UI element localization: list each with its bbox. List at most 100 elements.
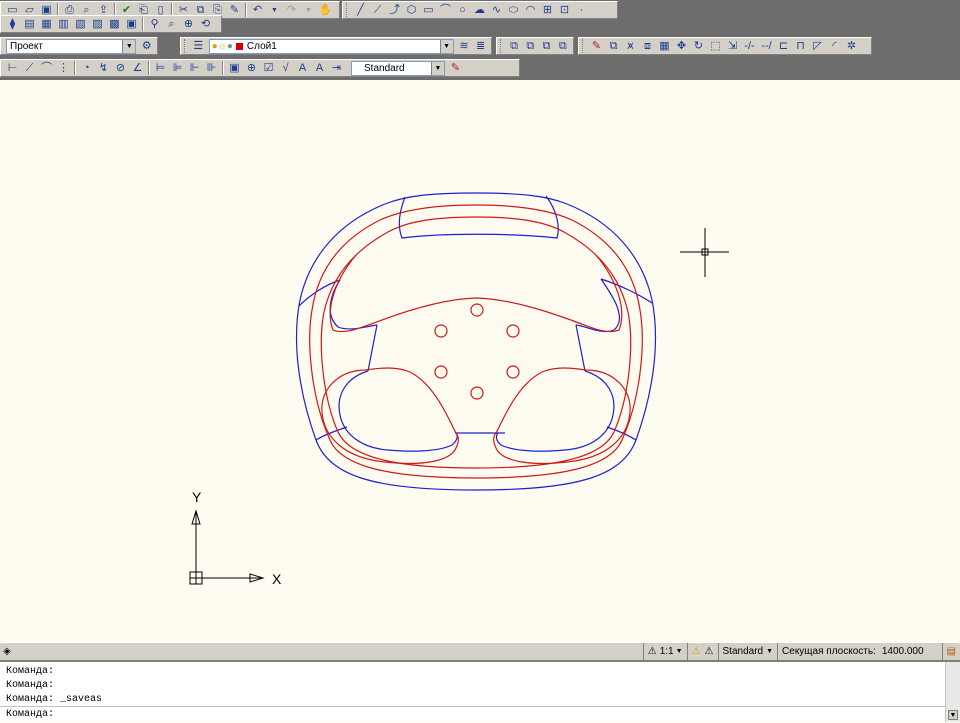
toolpalette-icon[interactable]: ▥ (56, 17, 71, 32)
fillet-icon[interactable]: ◜ (827, 39, 842, 54)
visual-style[interactable]: Standard ▼ (717, 643, 778, 660)
zoom-realtime-icon[interactable]: ⚲ (147, 17, 162, 32)
insert-block-icon[interactable]: ⊞ (540, 3, 555, 18)
trim-icon[interactable]: -/- (742, 39, 757, 54)
rotate-icon[interactable]: ↻ (691, 39, 706, 54)
send-under-icon[interactable]: ⧉ (556, 39, 570, 54)
toolbar-grip[interactable] (184, 39, 188, 53)
chevron-down-icon[interactable]: ▼ (122, 39, 136, 53)
break-icon[interactable]: ⊏ (776, 39, 791, 54)
erase-icon[interactable]: ✎ (589, 39, 604, 54)
extend-icon[interactable]: --/ (759, 39, 774, 54)
command-input[interactable]: Команда: (0, 706, 946, 722)
designcenter-icon[interactable]: ▦ (39, 17, 54, 32)
bring-front-icon[interactable]: ⧉ (507, 39, 521, 54)
bring-above-icon[interactable]: ⧉ (539, 39, 553, 54)
toolbar-grip[interactable] (500, 39, 504, 53)
edit-text-icon[interactable]: A (312, 61, 327, 76)
matchprop-icon[interactable]: ✎ (227, 3, 242, 18)
array-icon[interactable]: ▦ (657, 39, 672, 54)
layer-manager-icon[interactable]: ☰ (191, 39, 206, 54)
redo-icon[interactable]: ↷ (284, 3, 299, 18)
tray-settings[interactable]: ▤ (941, 643, 960, 660)
toolbar-grip[interactable] (582, 39, 586, 53)
sheetset-icon[interactable]: ▧ (73, 17, 88, 32)
linear-dim-icon[interactable]: ⊢ (5, 61, 20, 76)
calc-icon[interactable]: ▩ (107, 17, 122, 32)
update-icon[interactable]: ⇥ (329, 61, 344, 76)
chevron-down-icon[interactable]: ▼ (431, 61, 444, 75)
polygon-icon[interactable]: ⬡ (404, 3, 419, 18)
undo-dropdown-icon[interactable]: ▼ (267, 3, 282, 18)
stretch-icon[interactable]: ⇲ (725, 39, 740, 54)
construction-line-icon[interactable]: ⟋ (370, 3, 385, 18)
move-icon[interactable]: ✥ (674, 39, 689, 54)
layer-states-icon[interactable]: ⧫ (5, 17, 20, 32)
join-icon[interactable]: ⊓ (793, 39, 808, 54)
point-icon[interactable]: · (574, 3, 589, 18)
redo-dropdown-icon[interactable]: ▼ (301, 3, 316, 18)
diameter-dim-icon[interactable]: ⊘ (113, 61, 128, 76)
pline-icon[interactable]: ⤴ (387, 3, 402, 18)
explode-icon[interactable]: ✲ (844, 39, 859, 54)
layout-nav-icon[interactable]: ◈ (0, 646, 14, 657)
markup-icon[interactable]: ▨ (90, 17, 105, 32)
offset-icon[interactable]: ⧈ (640, 39, 655, 54)
ordinate-dim-icon[interactable]: ⋮ (56, 61, 71, 76)
mount-hole-6 (470, 386, 484, 400)
inspect-icon[interactable]: ☑ (261, 61, 276, 76)
workspace-select[interactable]: Проект ▼ (6, 38, 137, 54)
dbconnect-icon[interactable]: ▣ (124, 17, 139, 32)
workspace-settings-icon[interactable]: ⚙ (139, 39, 154, 54)
pan-icon[interactable]: ✋ (318, 3, 333, 18)
scroll-down-icon[interactable]: ▼ (948, 710, 958, 720)
arc-dim-icon[interactable]: ⌒ (39, 61, 54, 76)
scale-icon[interactable]: ⬚ (708, 39, 723, 54)
layer-isolate-icon[interactable]: ≣ (473, 39, 488, 54)
send-back-icon[interactable]: ⧉ (523, 39, 537, 54)
space-dim-icon[interactable]: ⊪ (204, 61, 219, 76)
tolerance-icon[interactable]: ▣ (227, 61, 242, 76)
ellipse-arc-icon[interactable]: ◠ (523, 3, 538, 18)
quick-dim-icon[interactable]: ⊨ (153, 61, 168, 76)
dim-style-manager-icon[interactable]: ✎ (448, 61, 463, 76)
edit-dim-icon[interactable]: A (295, 61, 310, 76)
aligned-dim-icon[interactable]: ⟋ (22, 61, 37, 76)
circle-icon[interactable]: ○ (455, 3, 470, 18)
annotation-scale[interactable]: ⚠ 1:1 ▼ (642, 643, 687, 660)
toolbar-grip[interactable] (346, 3, 350, 17)
undo-icon[interactable]: ↶ (250, 3, 265, 18)
copy-obj-icon[interactable]: ⧉ (606, 39, 621, 54)
radius-dim-icon[interactable]: ◔ (79, 61, 94, 76)
line-icon[interactable]: ╱ (353, 3, 368, 18)
spline-icon[interactable]: ∿ (489, 3, 504, 18)
chevron-down-icon[interactable]: ▼ (439, 39, 453, 53)
layer-previous-icon[interactable]: ≋ (457, 39, 472, 54)
orbit-icon[interactable]: ⟲ (198, 17, 213, 32)
make-block-icon[interactable]: ⊡ (557, 3, 572, 18)
revcloud-icon[interactable]: ☁ (472, 3, 487, 18)
arc-icon[interactable]: ⌒ (438, 3, 453, 18)
ellipse-icon[interactable]: ⬭ (506, 3, 521, 18)
mirror-icon[interactable]: ⩙ (623, 39, 638, 54)
drawing-canvas[interactable]: Y X (0, 80, 960, 642)
zoom-window-icon[interactable]: ⌕ (164, 17, 179, 32)
properties-icon[interactable]: ▤ (22, 17, 37, 32)
annotation-visibility[interactable]: ⚠ ⚠ (686, 643, 718, 660)
drawing-svg[interactable]: Y X (0, 80, 960, 642)
continue-dim-icon[interactable]: ⊩ (187, 61, 202, 76)
rectangle-icon[interactable]: ▭ (421, 3, 436, 18)
zoom-previous-icon[interactable]: ⊕ (181, 17, 196, 32)
layer-select[interactable]: ● ☼ ● Слой1 ▼ (208, 38, 454, 54)
center-mark-icon[interactable]: ⊕ (244, 61, 259, 76)
jogged-dim-icon[interactable]: ↯ (96, 61, 111, 76)
jogged-linear-icon[interactable]: √ (278, 61, 293, 76)
chamfer-icon[interactable]: ◸ (810, 39, 825, 54)
right-spoke-notch-blue (575, 278, 620, 333)
dim-style-select[interactable]: Standard ▼ (351, 60, 445, 76)
baseline-dim-icon[interactable]: ⊫ (170, 61, 185, 76)
mount-hole-2 (434, 324, 448, 338)
ucs-y-label: Y (192, 489, 202, 505)
command-scrollbar[interactable]: ▼ (945, 662, 960, 722)
angular-dim-icon[interactable]: ∠ (130, 61, 145, 76)
